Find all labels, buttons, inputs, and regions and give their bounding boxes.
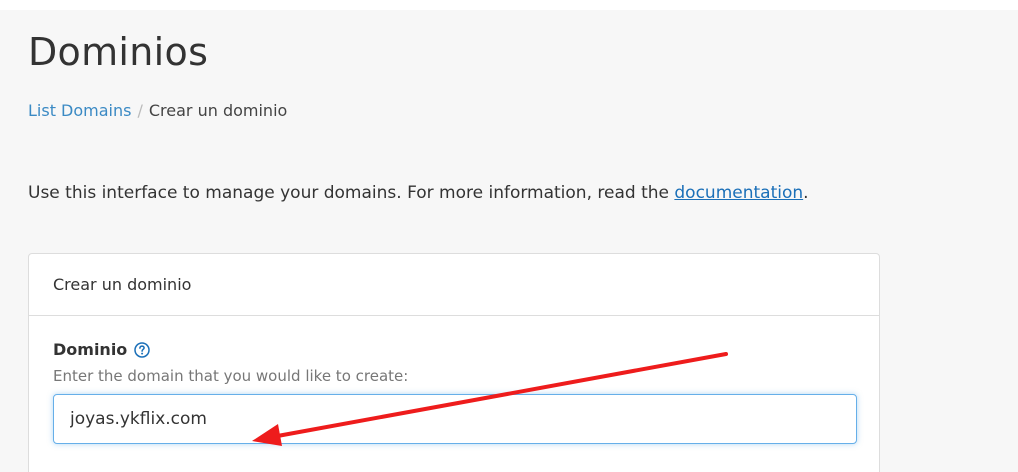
question-circle-icon[interactable] [134, 342, 151, 358]
breadcrumb-separator: / [137, 101, 143, 120]
domain-label: Dominio [53, 340, 128, 359]
domain-form-group: Dominio Enter the domain that you would … [29, 316, 879, 444]
breadcrumb-link-list-domains[interactable]: List Domains [28, 101, 131, 120]
intro-text-body: Use this interface to manage your domain… [28, 183, 675, 203]
intro-text-suffix: . [803, 183, 809, 203]
page: Dominios List Domains / Crear un dominio U… [0, 0, 1018, 472]
breadcrumb: List Domains / Crear un dominio [28, 99, 287, 123]
intro-text: Use this interface to manage your domain… [28, 181, 809, 205]
panel-heading: Crear un dominio [29, 254, 879, 316]
page-title: Dominios [28, 30, 209, 74]
domain-label-row: Dominio [53, 340, 855, 360]
domain-input[interactable] [53, 394, 857, 444]
breadcrumb-current: Crear un dominio [148, 101, 288, 120]
create-domain-panel: Crear un dominio Dominio Enter the domai… [28, 253, 880, 472]
domain-help-text: Enter the domain that you would like to … [53, 367, 409, 385]
documentation-link[interactable]: documentation [674, 183, 803, 203]
